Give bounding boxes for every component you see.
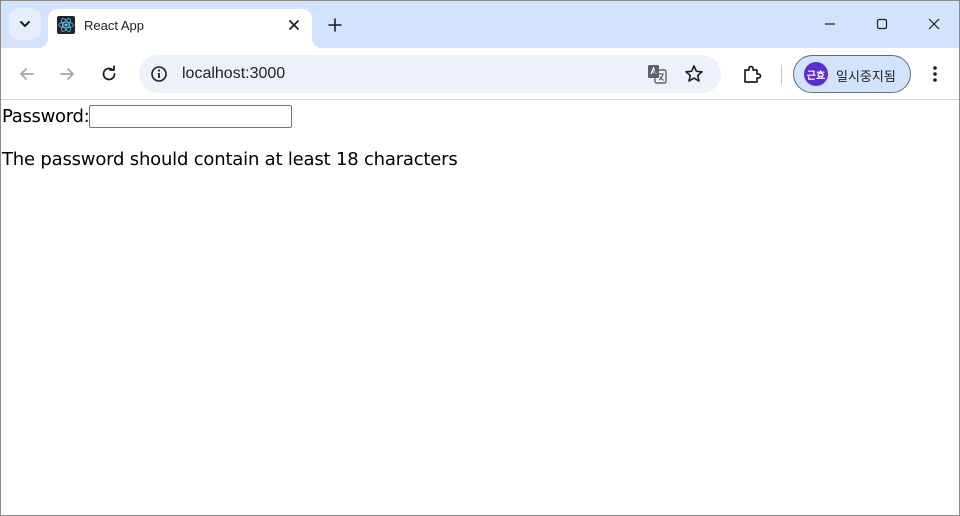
puzzle-icon — [744, 65, 762, 83]
star-icon — [685, 65, 703, 82]
back-button[interactable] — [11, 58, 43, 90]
minimize-button[interactable] — [807, 9, 853, 39]
close-icon — [928, 18, 940, 30]
address-bar[interactable]: localhost:3000 — [139, 55, 721, 93]
password-hint: The password should contain at least 18 … — [2, 149, 458, 170]
password-label: Password: — [2, 105, 90, 127]
tab-strip: React App — [1, 1, 959, 48]
translate-button[interactable] — [645, 62, 669, 86]
close-icon — [289, 20, 299, 30]
page-content: Password: The password should contain at… — [1, 101, 959, 515]
extensions-button[interactable] — [736, 58, 768, 90]
browser-toolbar: localhost:3000 근효 일시중지됨 — [1, 48, 959, 100]
profile-status-label: 일시중지됨 — [836, 69, 896, 84]
browser-window: React App localhost:3000 근효 일시중지됨 Passwo… — [0, 0, 960, 516]
close-window-button[interactable] — [911, 9, 957, 39]
site-info-button[interactable] — [148, 63, 170, 85]
chevron-down-icon — [20, 21, 30, 27]
react-logo-icon — [57, 16, 75, 34]
info-icon — [151, 66, 167, 82]
arrow-right-icon — [60, 68, 74, 80]
profile-button[interactable]: 근효 일시중지됨 — [793, 55, 911, 93]
tab-active[interactable]: React App — [38, 9, 322, 48]
tab-search-button[interactable] — [9, 8, 41, 40]
tab-close-button[interactable] — [284, 15, 304, 35]
browser-menu-button[interactable] — [921, 58, 949, 90]
forward-button[interactable] — [51, 58, 83, 90]
password-row: Password: — [2, 104, 293, 128]
avatar: 근효 — [804, 62, 828, 86]
tab-title: React App — [84, 18, 144, 33]
maximize-button[interactable] — [859, 9, 905, 39]
bookmark-star-button[interactable] — [682, 62, 706, 86]
reload-button[interactable] — [93, 58, 125, 90]
password-input[interactable] — [89, 104, 293, 128]
arrow-left-icon — [20, 68, 34, 80]
new-tab-button[interactable] — [321, 11, 349, 39]
minimize-icon — [825, 23, 835, 25]
url-text: localhost:3000 — [182, 65, 286, 82]
maximize-icon — [876, 18, 888, 30]
more-vert-icon — [933, 66, 937, 82]
plus-icon — [328, 18, 342, 32]
translate-icon — [648, 65, 667, 84]
toolbar-divider — [781, 65, 782, 85]
reload-icon — [102, 65, 116, 81]
